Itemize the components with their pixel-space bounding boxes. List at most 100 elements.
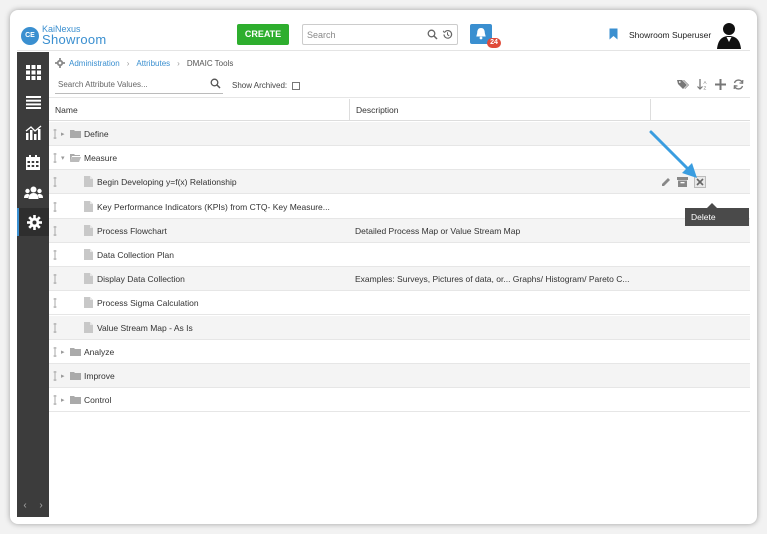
history-icon[interactable] — [442, 29, 453, 42]
document-icon — [84, 321, 93, 333]
search-icon[interactable] — [210, 78, 221, 91]
document-icon — [84, 200, 93, 212]
sort-icon[interactable]: AZ — [697, 79, 708, 92]
gear-icon — [26, 214, 42, 230]
tags-icon[interactable] — [677, 79, 690, 92]
calendar-icon — [26, 154, 40, 170]
sidebar-item-people[interactable] — [17, 178, 49, 206]
drag-handle-icon[interactable] — [53, 322, 57, 333]
screenshot-frame: CE KaiNexus Showroom CREATE Search 24 Sh… — [10, 10, 757, 524]
drag-handle-icon[interactable] — [53, 177, 57, 188]
sidebar: ‹ › — [17, 52, 49, 517]
column-header-name[interactable]: Name — [49, 99, 350, 121]
global-search-placeholder: Search — [307, 30, 336, 40]
chevron-left-icon[interactable]: ‹ — [23, 500, 26, 511]
svg-text:Z: Z — [704, 86, 707, 91]
table-row[interactable]: Display Data Collection Examples: Surveys… — [49, 267, 750, 292]
breadcrumb: Administration › Attributes › DMAIC Tool… — [55, 56, 233, 70]
users-icon — [23, 186, 43, 199]
search-icon[interactable] — [427, 29, 438, 42]
user-name[interactable]: Showroom Superuser — [629, 30, 711, 40]
table-row[interactable]: Process Sigma Calculation — [49, 291, 750, 316]
drag-handle-icon[interactable] — [53, 153, 57, 164]
table-row[interactable]: Begin Developing y=f(x) Relationship — [49, 170, 750, 195]
folder-icon — [70, 396, 81, 405]
folder-row[interactable]: ▸ Control — [49, 388, 750, 413]
show-archived: Show Archived: — [232, 81, 301, 90]
top-bar: CE KaiNexus Showroom CREATE Search 24 Sh… — [17, 19, 750, 51]
caret-right-icon[interactable]: ▸ — [61, 396, 65, 404]
breadcrumb-administration[interactable]: Administration — [69, 59, 120, 68]
drag-handle-icon[interactable] — [53, 395, 57, 406]
folder-icon — [70, 347, 81, 356]
attribute-name: Control — [84, 395, 112, 406]
sidebar-collapse-controls: ‹ › — [17, 500, 49, 511]
gear-icon — [55, 58, 65, 68]
folder-row[interactable]: ▾ Measure — [49, 146, 750, 171]
sidebar-item-reports[interactable] — [17, 118, 49, 146]
sidebar-item-settings[interactable] — [17, 208, 49, 236]
drag-handle-icon[interactable] — [53, 201, 57, 212]
avatar[interactable] — [715, 21, 743, 49]
attribute-name: Measure — [84, 153, 118, 164]
document-icon — [84, 176, 93, 188]
caret-right-icon[interactable]: ▸ — [61, 348, 65, 356]
document-icon — [84, 224, 93, 236]
drag-handle-icon[interactable] — [53, 346, 57, 357]
add-icon[interactable] — [715, 79, 726, 92]
logo-badge: CE — [21, 27, 39, 45]
bookmark-icon[interactable] — [609, 28, 618, 42]
chart-icon — [25, 125, 41, 140]
attribute-search-input[interactable]: Search Attribute Values... — [55, 76, 223, 94]
sidebar-item-list[interactable] — [17, 88, 49, 116]
table-header: Name Description — [49, 99, 750, 121]
table-row[interactable]: Data Collection Plan — [49, 243, 750, 267]
toolbar-actions: AZ — [677, 79, 744, 92]
caret-right-icon[interactable]: ▸ — [61, 130, 65, 138]
document-icon — [84, 249, 93, 260]
kainexus-logo[interactable]: CE KaiNexus Showroom — [21, 24, 126, 48]
folder-row[interactable]: ▸ Analyze — [49, 340, 750, 364]
annotation-arrow-icon — [649, 130, 697, 178]
grid-icon — [25, 64, 41, 80]
caret-right-icon[interactable]: ▸ — [61, 372, 65, 380]
app-window: CE KaiNexus Showroom CREATE Search 24 Sh… — [17, 19, 750, 517]
breadcrumb-attributes[interactable]: Attributes — [136, 59, 170, 68]
list-icon — [25, 95, 41, 109]
folder-row[interactable]: ▸ Define — [49, 122, 750, 146]
column-header-description[interactable]: Description — [350, 99, 651, 121]
caret-down-icon[interactable]: ▾ — [61, 154, 65, 162]
table-row[interactable]: Value Stream Map - As Is — [49, 315, 750, 340]
chevron-right-icon: › — [126, 58, 130, 68]
table-row[interactable]: Key Performance Indicators (KPIs) from C… — [49, 195, 750, 219]
sidebar-item-dashboard[interactable] — [17, 58, 49, 86]
document-icon — [84, 273, 93, 285]
create-button[interactable]: CREATE — [237, 24, 289, 45]
attribute-name: Improve — [84, 371, 115, 381]
attribute-name: Display Data Collection — [97, 274, 185, 285]
folder-row[interactable]: ▸ Improve — [49, 364, 750, 388]
chevron-right-icon[interactable]: › — [39, 500, 42, 511]
attribute-name: Define — [84, 129, 109, 139]
global-search-input[interactable]: Search — [302, 24, 458, 45]
show-archived-checkbox[interactable] — [292, 81, 301, 90]
attribute-name: Process Flowchart — [97, 225, 167, 236]
sidebar-item-calendar[interactable] — [17, 148, 49, 176]
attribute-search-placeholder: Search Attribute Values... — [58, 80, 148, 89]
drag-handle-icon[interactable] — [53, 129, 57, 139]
attribute-name: Data Collection Plan — [97, 250, 175, 260]
attribute-name: Analyze — [84, 346, 115, 357]
attribute-description: Examples: Surveys, Pictures of data, or.… — [355, 274, 630, 285]
attribute-name: Begin Developing y=f(x) Relationship — [97, 177, 237, 188]
table-row[interactable]: Process Flowchart Detailed Process Map or… — [49, 218, 750, 243]
refresh-icon[interactable] — [733, 79, 744, 92]
chevron-right-icon: › — [177, 58, 180, 68]
drag-handle-icon[interactable] — [53, 371, 57, 381]
drag-handle-icon[interactable] — [53, 250, 57, 260]
drag-handle-icon[interactable] — [53, 274, 57, 285]
attribute-name: Process Sigma Calculation — [97, 298, 199, 309]
folder-icon — [70, 130, 81, 138]
drag-handle-icon[interactable] — [53, 225, 57, 236]
drag-handle-icon[interactable] — [53, 298, 57, 309]
show-archived-label: Show Archived: — [232, 81, 288, 90]
